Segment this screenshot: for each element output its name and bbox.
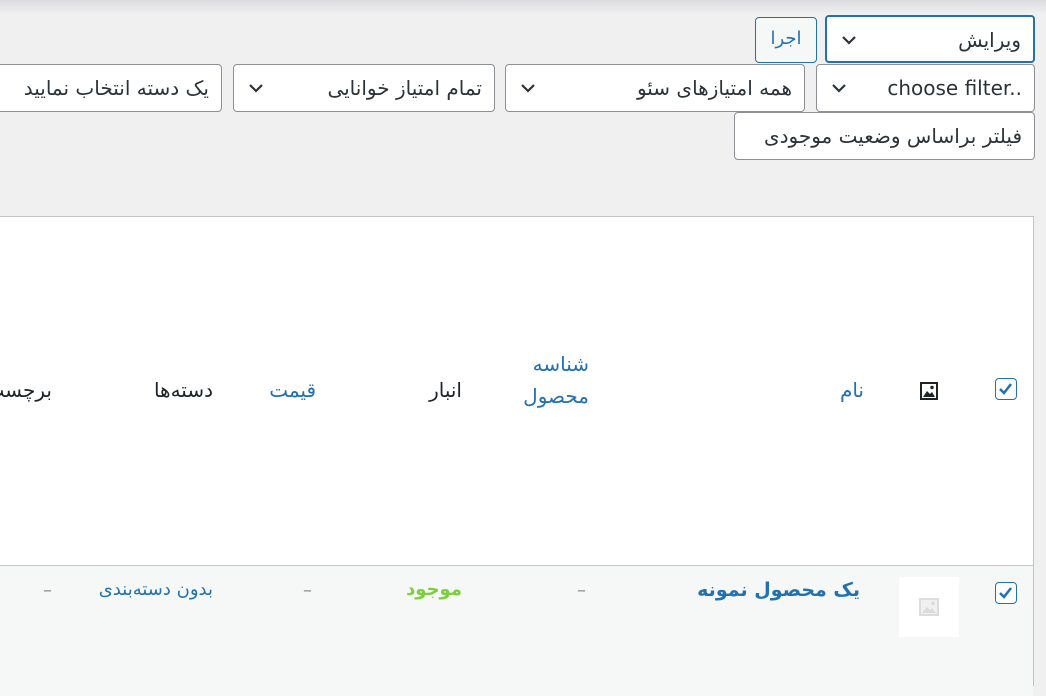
seo-scores-label: همه امتیازهای سئو xyxy=(636,76,792,100)
product-tags: – xyxy=(43,580,52,601)
product-name-link[interactable]: یک محصول نمونه xyxy=(697,579,860,601)
column-name[interactable]: نام xyxy=(840,378,864,402)
category-select[interactable]: یک دسته انتخاب نمایید xyxy=(0,64,222,112)
product-price: – xyxy=(303,580,312,601)
product-category-link[interactable]: بدون دسته‌بندی xyxy=(99,579,213,600)
chevron-down-icon xyxy=(832,84,846,93)
bulk-actions-selected: ویرایش xyxy=(958,28,1021,52)
category-label: یک دسته انتخاب نمایید xyxy=(23,76,209,100)
product-sku: – xyxy=(577,580,586,601)
products-table xyxy=(0,216,1034,696)
checkmark-icon xyxy=(999,383,1012,395)
select-all-checkbox[interactable] xyxy=(995,378,1017,400)
readability-select[interactable]: تمام امتیاز خوانایی xyxy=(233,64,495,112)
checkmark-icon xyxy=(999,587,1012,599)
top-shadow xyxy=(0,0,1046,14)
choose-filter-select[interactable]: choose filter.. xyxy=(816,64,1035,112)
seo-scores-select[interactable]: همه امتیازهای سئو xyxy=(505,64,805,112)
stock-status-select[interactable]: فیلتر براساس وضعیت موجودی xyxy=(734,112,1035,160)
column-sku-line1[interactable]: شناسه xyxy=(533,352,589,376)
chevron-down-icon xyxy=(842,36,856,45)
column-categories: دسته‌ها xyxy=(153,378,213,402)
stock-status-label: فیلتر براساس وضعیت موجودی xyxy=(763,124,1022,148)
apply-button[interactable]: اجرا xyxy=(755,17,817,63)
column-stock: انبار xyxy=(429,378,462,402)
column-tags: برچسب‌ها xyxy=(0,378,52,402)
row-checkbox[interactable] xyxy=(995,582,1017,604)
bulk-actions-select[interactable]: ویرایش xyxy=(825,15,1035,63)
readability-label: تمام امتیاز خوانایی xyxy=(327,76,482,100)
choose-filter-label: choose filter.. xyxy=(887,76,1022,100)
chevron-down-icon xyxy=(249,84,263,93)
column-price[interactable]: قیمت xyxy=(269,378,316,402)
product-stock-status: موجود xyxy=(406,579,462,600)
chevron-down-icon xyxy=(521,84,535,93)
product-thumbnail[interactable] xyxy=(899,577,959,637)
image-icon xyxy=(920,382,938,400)
column-sku-line2[interactable]: محصول xyxy=(523,384,589,408)
placeholder-image-icon xyxy=(919,598,939,616)
